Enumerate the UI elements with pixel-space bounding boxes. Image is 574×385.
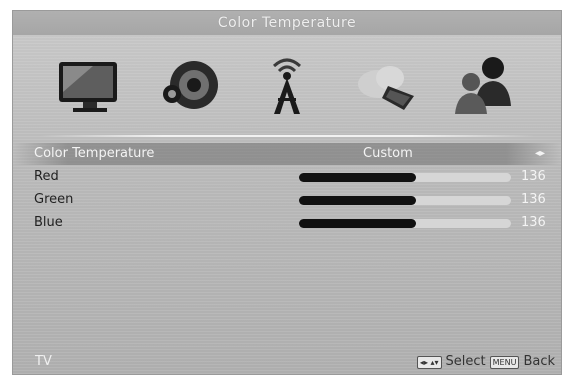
left-right-arrows-icon: ◂▸ [535,148,546,159]
footer-help: ◂▸ ▴▾ Select MENU Back [416,350,555,374]
network-icon[interactable] [346,46,424,124]
red-slider[interactable] [299,173,511,182]
red-slider-fill [299,173,416,182]
color-temperature-row[interactable]: Color Temperature Custom ◂▸ [13,143,561,165]
back-hint: Back [523,354,555,369]
green-slider[interactable] [299,196,511,205]
blue-slider-fill [299,219,416,228]
menu-key-icon: MENU [489,355,520,369]
osd-menu: Color Temperature Color Temperature Cust… [12,10,562,375]
select-hint: Select [445,354,486,369]
menu-title: Color Temperature [13,11,561,35]
menu-divider [39,135,535,137]
green-value: 136 [521,192,546,207]
green-slider-fill [299,196,416,205]
navigation-keys-icon: ◂▸ ▴▾ [416,355,442,369]
channel-antenna-icon[interactable] [248,46,326,124]
green-row[interactable]: Green 136 [13,189,561,211]
sound-icon[interactable] [150,46,228,124]
blue-label: Blue [34,215,63,230]
footer-bar: TV ◂▸ ▴▾ Select MENU Back [13,350,561,374]
blue-slider[interactable] [299,219,511,228]
green-label: Green [34,192,74,207]
menu-icon-row [13,35,561,135]
red-label: Red [34,169,59,184]
blue-row[interactable]: Blue 136 [13,212,561,234]
users-icon[interactable] [445,46,523,124]
blue-value: 136 [521,215,546,230]
source-label: TV [35,354,52,369]
red-row[interactable]: Red 136 [13,166,561,188]
red-value: 136 [521,169,546,184]
picture-icon[interactable] [51,46,129,124]
color-temperature-label: Color Temperature [34,146,155,161]
color-temperature-value: Custom [363,146,413,161]
